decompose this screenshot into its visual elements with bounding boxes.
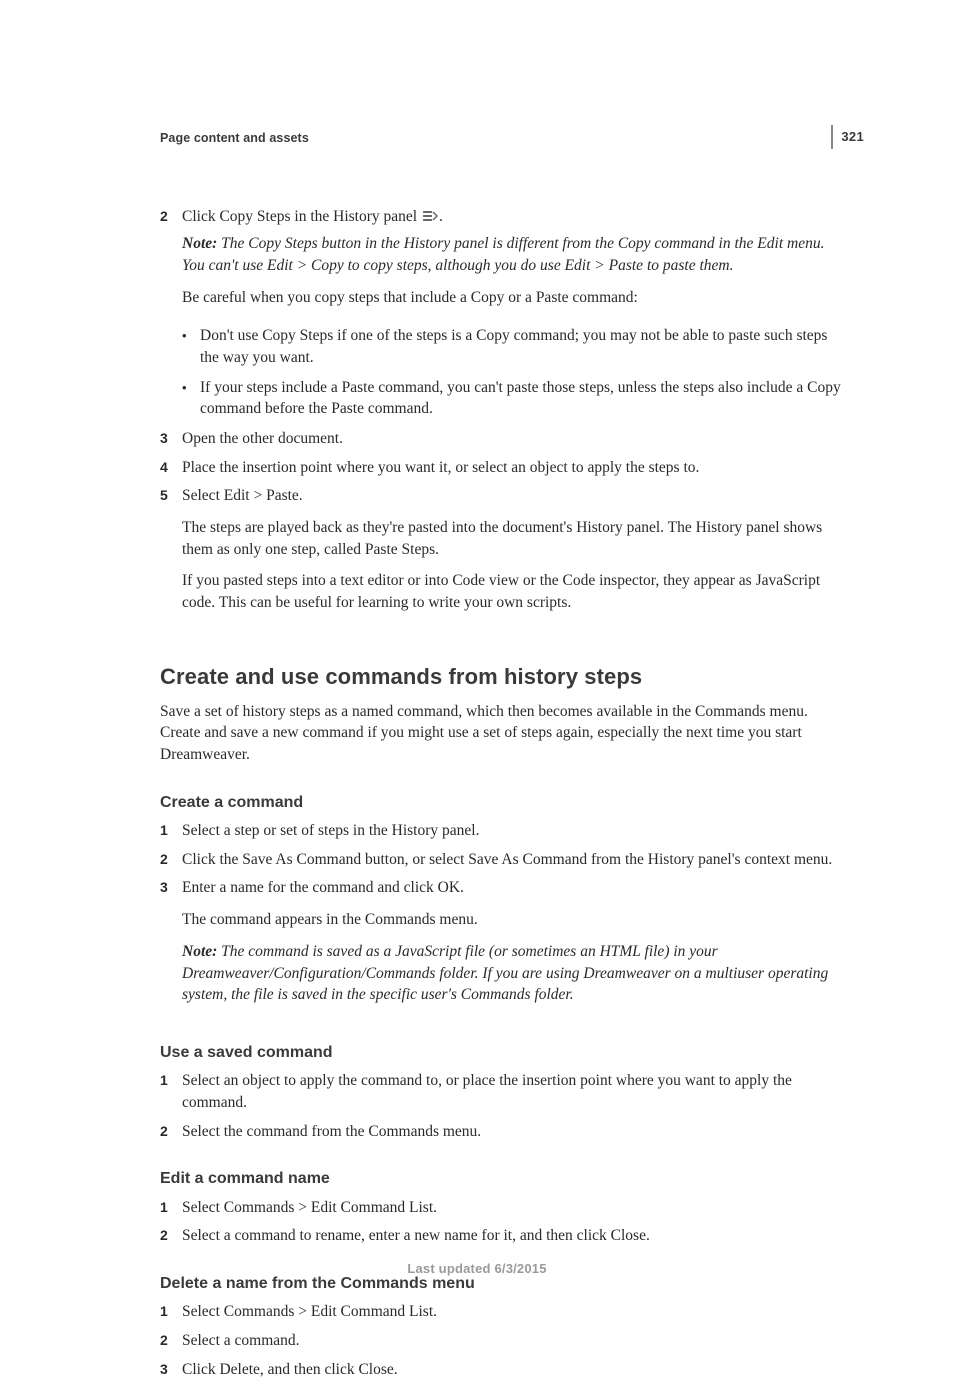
step-text: Select a command to rename, enter a new … bbox=[182, 1225, 848, 1247]
bullet-item: • Don't use Copy Steps if one of the ste… bbox=[182, 325, 848, 368]
bullet-text: If your steps include a Paste command, y… bbox=[200, 377, 848, 420]
step-3: 3 Enter a name for the command and click… bbox=[160, 877, 848, 1015]
step-text: Click Copy Steps in the History panel . … bbox=[182, 206, 848, 319]
step-number: 2 bbox=[160, 1121, 182, 1143]
step-5: 5 Select Edit > Paste. The steps are pla… bbox=[160, 485, 848, 623]
section-header: Page content and assets bbox=[160, 130, 848, 148]
step-number: 2 bbox=[160, 206, 182, 319]
bullet-icon: • bbox=[182, 377, 200, 420]
note-block: Note: The Copy Steps button in the Histo… bbox=[182, 233, 848, 276]
step-2: 2 Click Copy Steps in the History panel … bbox=[160, 206, 848, 319]
note-label: Note: bbox=[182, 943, 221, 960]
step-text: Select a step or set of steps in the His… bbox=[182, 820, 848, 842]
step-text: Place the insertion point where you want… bbox=[182, 457, 848, 479]
step-number: 5 bbox=[160, 485, 182, 623]
step-number: 2 bbox=[160, 849, 182, 871]
step-text-part-a: Click Copy Steps in the History panel bbox=[182, 208, 421, 225]
para: The command appears in the Commands menu… bbox=[182, 909, 848, 931]
para: Be careful when you copy steps that incl… bbox=[182, 287, 848, 309]
step-text-inner: Enter a name for the command and click O… bbox=[182, 879, 464, 896]
note-label: Note: bbox=[182, 235, 221, 252]
document-page: 321 Page content and assets 2 Click Copy… bbox=[0, 0, 954, 1350]
step-number: 1 bbox=[160, 820, 182, 842]
step-3: 3 Click Delete, and then click Close. bbox=[160, 1359, 848, 1381]
steps-list-copy-paste: 2 Click Copy Steps in the History panel … bbox=[160, 206, 848, 319]
step-number: 1 bbox=[160, 1070, 182, 1113]
steps-create-command: 1 Select a step or set of steps in the H… bbox=[160, 820, 848, 1016]
step-number: 3 bbox=[160, 877, 182, 1015]
heading-edit-command-name: Edit a command name bbox=[160, 1168, 848, 1190]
step-1: 1 Select a step or set of steps in the H… bbox=[160, 820, 848, 842]
page-number-wrap: 321 bbox=[831, 125, 864, 149]
step-text: Select an object to apply the command to… bbox=[182, 1070, 848, 1113]
steps-list-copy-paste-cont: 3 Open the other document. 4 Place the i… bbox=[160, 428, 848, 624]
step-1: 1 Select Commands > Edit Command List. bbox=[160, 1197, 848, 1219]
step-text: Select the command from the Commands men… bbox=[182, 1121, 848, 1143]
step-text-inner: Select Edit > Paste. bbox=[182, 487, 303, 504]
step-1: 1 Select Commands > Edit Command List. bbox=[160, 1301, 848, 1323]
step-text: Select Commands > Edit Command List. bbox=[182, 1197, 848, 1219]
step-1: 1 Select an object to apply the command … bbox=[160, 1070, 848, 1113]
heading-create-command: Create a command bbox=[160, 792, 848, 814]
step-4: 4 Place the insertion point where you wa… bbox=[160, 457, 848, 479]
step-number: 2 bbox=[160, 1330, 182, 1352]
bullet-icon: • bbox=[182, 325, 200, 368]
intro-para: Save a set of history steps as a named c… bbox=[160, 701, 848, 766]
steps-delete-command: 1 Select Commands > Edit Command List. 2… bbox=[160, 1301, 848, 1380]
step-text: Select a command. bbox=[182, 1330, 848, 1352]
step-text: Select Edit > Paste. The steps are playe… bbox=[182, 485, 848, 623]
step-text: Enter a name for the command and click O… bbox=[182, 877, 848, 1015]
bullet-item: • If your steps include a Paste command,… bbox=[182, 377, 848, 420]
step-text-part-b: . bbox=[439, 208, 443, 225]
para: If you pasted steps into a text editor o… bbox=[182, 570, 848, 613]
step-number: 4 bbox=[160, 457, 182, 479]
step-text: Open the other document. bbox=[182, 428, 848, 450]
note-body: The Copy Steps button in the History pan… bbox=[182, 235, 824, 274]
step-2: 2 Select a command. bbox=[160, 1330, 848, 1352]
step-2: 2 Select the command from the Commands m… bbox=[160, 1121, 848, 1143]
para: The steps are played back as they're pas… bbox=[182, 517, 848, 560]
page-number: 321 bbox=[831, 125, 864, 149]
step-text: Click Delete, and then click Close. bbox=[182, 1359, 848, 1381]
step-number: 1 bbox=[160, 1197, 182, 1219]
steps-edit-command: 1 Select Commands > Edit Command List. 2… bbox=[160, 1197, 848, 1247]
step-number: 3 bbox=[160, 1359, 182, 1381]
copy-steps-icon bbox=[422, 208, 438, 222]
steps-use-command: 1 Select an object to apply the command … bbox=[160, 1070, 848, 1142]
step-3: 3 Open the other document. bbox=[160, 428, 848, 450]
footer-last-updated: Last updated 6/3/2015 bbox=[0, 1260, 954, 1278]
step-text: Click the Save As Command button, or sel… bbox=[182, 849, 848, 871]
note-block: Note: The command is saved as a JavaScri… bbox=[182, 941, 848, 1006]
step-number: 1 bbox=[160, 1301, 182, 1323]
heading-use-saved-command: Use a saved command bbox=[160, 1042, 848, 1064]
step-text: Select Commands > Edit Command List. bbox=[182, 1301, 848, 1323]
step-number: 2 bbox=[160, 1225, 182, 1247]
bullet-text: Don't use Copy Steps if one of the steps… bbox=[200, 325, 848, 368]
heading-create-use-commands: Create and use commands from history ste… bbox=[160, 662, 848, 693]
step-number: 3 bbox=[160, 428, 182, 450]
step-2: 2 Click the Save As Command button, or s… bbox=[160, 849, 848, 871]
step-2: 2 Select a command to rename, enter a ne… bbox=[160, 1225, 848, 1247]
note-body: The command is saved as a JavaScript fil… bbox=[182, 943, 828, 1003]
